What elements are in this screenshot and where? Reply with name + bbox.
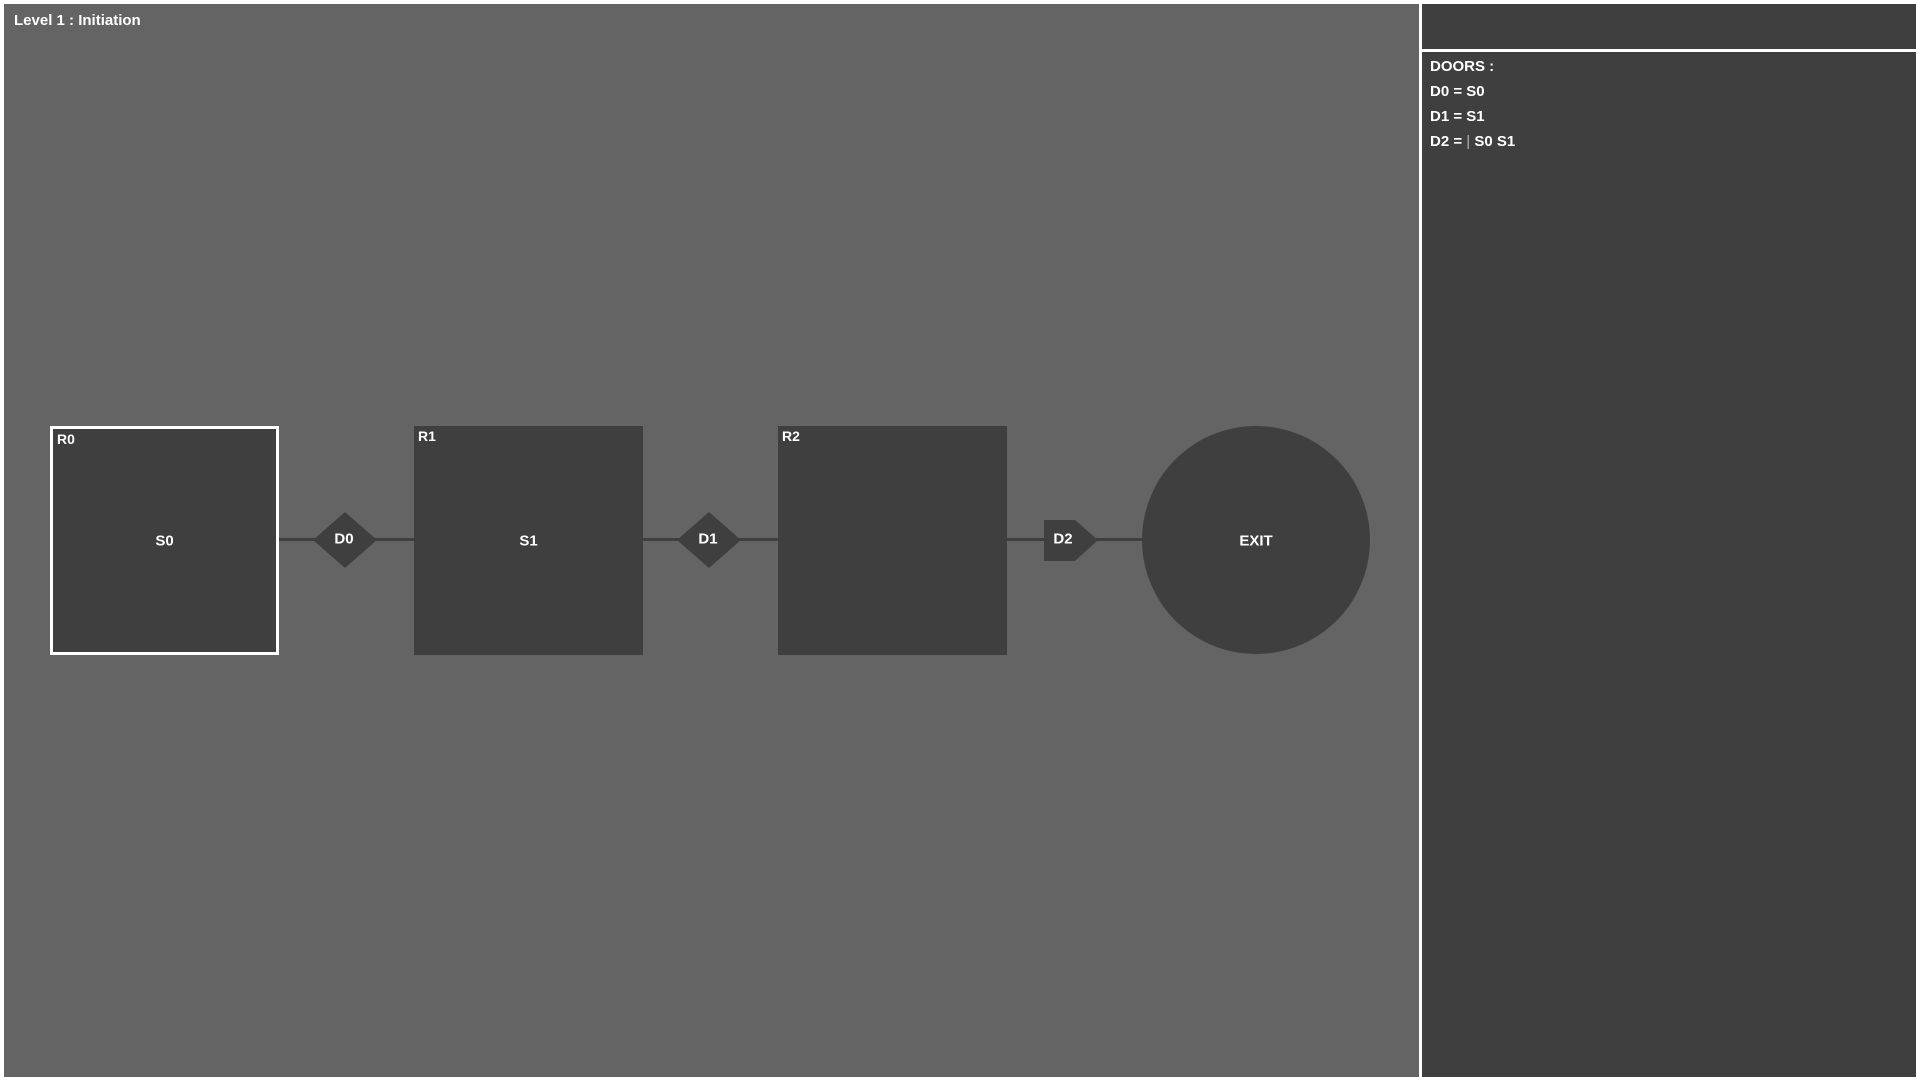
- door-rule-d2: D2 = | S0 S1: [1430, 133, 1515, 150]
- door-rule-d0: D0 = S0: [1430, 83, 1485, 100]
- door-d2-label: D2: [1053, 530, 1073, 548]
- door-d1-label: D1: [698, 530, 718, 548]
- door-rule-lhs: D1 =: [1430, 108, 1463, 125]
- door-rule-lhs: D0 =: [1430, 83, 1463, 100]
- door-d0-label: D0: [334, 530, 354, 548]
- doors-panel: DOORS : D0 = S0 D1 = S1 D2 = | S0 S1: [1422, 52, 1916, 1077]
- door-rule-d1: D1 = S1: [1430, 108, 1485, 125]
- door-rule-lhs: D2 =: [1430, 133, 1463, 150]
- doors-heading: DOORS :: [1430, 58, 1495, 75]
- exit-label: EXIT: [1239, 532, 1273, 550]
- door-rule-rhs: S0 S1: [1474, 133, 1516, 150]
- door-rule-rhs: S0: [1466, 83, 1485, 100]
- door-rule-rhs: S1: [1466, 108, 1485, 125]
- door-rule-operator: |: [1466, 133, 1471, 150]
- top-info-panel: [1422, 4, 1916, 49]
